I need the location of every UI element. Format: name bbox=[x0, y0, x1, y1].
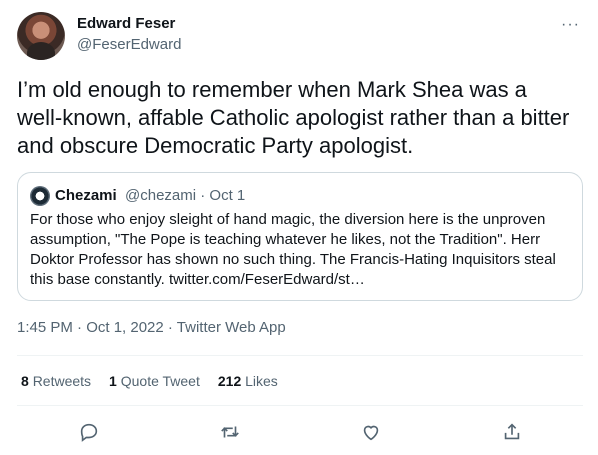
reply-icon bbox=[80, 423, 98, 442]
reply-button[interactable] bbox=[75, 418, 103, 446]
divider bbox=[17, 355, 583, 356]
tweet-text: I’m old enough to remember when Mark She… bbox=[17, 77, 570, 158]
tweet-timestamp[interactable]: 1:45 PM · Oct 1, 2022 · Twitter Web App bbox=[17, 319, 286, 336]
author-avatar[interactable] bbox=[17, 12, 65, 60]
like-icon bbox=[363, 425, 379, 441]
quote-tweet-card[interactable]: Chezami @chezami · Oct 1 For those who e… bbox=[17, 172, 583, 301]
author-handle[interactable]: @FeserEdward bbox=[77, 36, 181, 53]
divider bbox=[17, 405, 583, 406]
share-button[interactable] bbox=[498, 418, 526, 446]
like-button[interactable] bbox=[357, 418, 385, 446]
retweets-stat[interactable]: 8 Retweets bbox=[21, 373, 91, 389]
quote-tweets-stat[interactable]: 1 Quote Tweet bbox=[109, 373, 200, 389]
quote-meta: @chezami · Oct 1 bbox=[125, 187, 246, 204]
action-bar bbox=[17, 418, 583, 446]
retweet-icon bbox=[221, 426, 239, 438]
author-name[interactable]: Edward Feser bbox=[77, 15, 175, 32]
quote-author-name: Chezami bbox=[55, 187, 117, 204]
likes-stat[interactable]: 212 Likes bbox=[218, 373, 278, 389]
quote-avatar bbox=[30, 186, 50, 206]
more-horizontal-icon[interactable]: ··· bbox=[561, 16, 580, 34]
quote-text: For those who enjoy sleight of hand magi… bbox=[30, 211, 556, 288]
retweet-button[interactable] bbox=[216, 418, 244, 446]
share-icon bbox=[504, 423, 520, 440]
stats-bar: 8 Retweets 1 Quote Tweet 212 Likes bbox=[21, 373, 278, 389]
